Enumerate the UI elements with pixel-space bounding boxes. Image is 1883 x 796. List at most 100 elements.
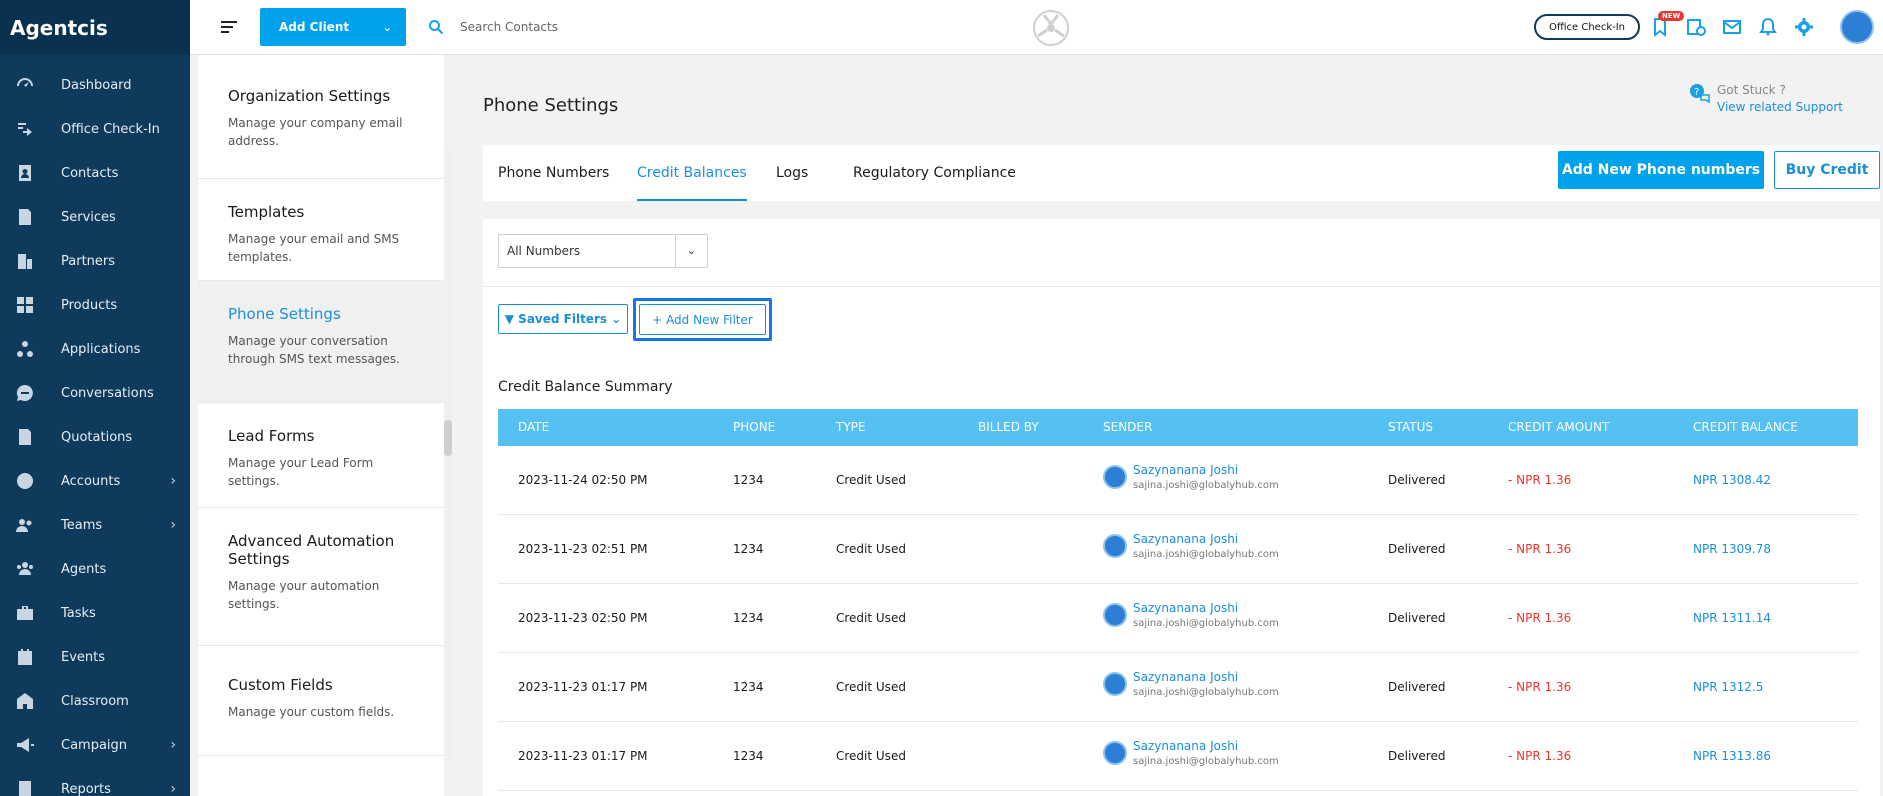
mail-icon[interactable]	[1722, 17, 1742, 37]
phone-cell: 1234	[733, 542, 764, 556]
avatar	[1103, 603, 1127, 627]
company-logo-icon[interactable]	[1032, 9, 1070, 47]
bell-icon[interactable]	[1758, 17, 1778, 37]
table-row: 2023-11-23 01:17 PM 1234 Credit Used Sazyna…	[498, 722, 1858, 791]
phone-cell: 1234	[733, 749, 764, 763]
sender-name-link[interactable]: Sazynanana Joshi	[1133, 670, 1238, 684]
settings-item-custom-fields[interactable]: Custom Fields Manage your custom fields.	[198, 646, 444, 756]
megaphone-icon	[14, 734, 36, 756]
numbers-select-value: All Numbers	[507, 244, 581, 258]
sidebar-item-label: Office Check-In	[61, 121, 160, 137]
sender-email: sajina.joshi@globalyhub.com	[1133, 618, 1279, 629]
sender-name-link[interactable]: Sazynanana Joshi	[1133, 532, 1238, 546]
sidebar-item-office-check-in[interactable]: Office Check-In	[0, 107, 190, 151]
help-chat-icon[interactable]: ?	[1689, 83, 1711, 105]
checklist-icon[interactable]	[1686, 17, 1706, 37]
products-icon	[14, 294, 36, 316]
add-phone-numbers-button[interactable]: Add New Phone numbers	[1558, 151, 1764, 189]
sidebar-item-contacts[interactable]: Contacts	[0, 151, 190, 195]
settings-item-title: Advanced Automation Settings	[228, 532, 395, 568]
tab-logs[interactable]: Logs	[776, 145, 808, 201]
sidebar-item-label: Applications	[61, 341, 141, 357]
saved-filters-button[interactable]: ▼ Saved Filters ⌄	[498, 304, 628, 334]
sidebar-item-applications[interactable]: Applications	[0, 327, 190, 371]
sidebar-item-accounts[interactable]: Accounts ›	[0, 459, 190, 503]
sender-name-link[interactable]: Sazynanana Joshi	[1133, 601, 1238, 615]
credit-amount-cell: - NPR 1.36	[1508, 680, 1572, 694]
sidebar-item-label: Teams	[61, 517, 103, 533]
agents-icon	[14, 558, 36, 580]
sidebar-item-classroom[interactable]: Classroom	[0, 679, 190, 723]
sidebar-item-quotations[interactable]: Quotations	[0, 415, 190, 459]
type-cell: Credit Used	[836, 473, 906, 487]
add-filter-label: Add New Filter	[666, 312, 753, 327]
tab-regulatory-compliance[interactable]: Regulatory Compliance	[853, 145, 1016, 201]
services-icon	[14, 206, 36, 228]
settings-item-lead-forms[interactable]: Lead Forms Manage your Lead Form settings…	[198, 403, 444, 508]
page-title: Phone Settings	[483, 95, 619, 116]
add-new-filter-button[interactable]: + Add New Filter	[639, 304, 766, 335]
settings-item-title: Templates	[228, 203, 305, 221]
credit-amount-cell: - NPR 1.36	[1508, 611, 1572, 625]
support-link[interactable]: View related Support	[1717, 100, 1843, 114]
avatar	[1103, 534, 1127, 558]
sidebar-item-dashboard[interactable]: Dashboard	[0, 63, 190, 107]
settings-item-title: Lead Forms	[228, 427, 315, 445]
table-header: DATE PHONE TYPE BILLED BY SENDER STATUS CREDIT…	[498, 409, 1858, 446]
sidebar-item-products[interactable]: Products	[0, 283, 190, 327]
main-content: Phone Settings ? Got Stuck ? View relate…	[460, 55, 1883, 796]
sidebar-item-label: Agents	[61, 561, 107, 577]
settings-item-desc: Manage your company email address.	[228, 116, 403, 148]
chevron-right-icon: ›	[170, 737, 176, 753]
sidebar-item-agents[interactable]: Agents	[0, 547, 190, 591]
search-icon	[429, 20, 444, 35]
column-header: CREDIT BALANCE	[1693, 420, 1798, 434]
search-input[interactable]	[460, 14, 720, 40]
type-cell: Credit Used	[836, 680, 906, 694]
sidebar-item-services[interactable]: Services	[0, 195, 190, 239]
sidebar: Agentcis Dashboard Office Check-In Contact…	[0, 0, 190, 796]
sidebar-item-label: Accounts	[61, 473, 121, 489]
tab-phone-numbers[interactable]: Phone Numbers	[498, 145, 609, 201]
sidebar-item-label: Dashboard	[61, 77, 132, 93]
user-avatar[interactable]	[1840, 10, 1874, 44]
type-cell: Credit Used	[836, 749, 906, 763]
gauge-icon	[14, 74, 36, 96]
settings-item-title: Phone Settings	[228, 305, 341, 323]
chevron-down-icon[interactable]: ⌄	[675, 235, 707, 267]
add-client-button[interactable]: Add Client ⌄	[260, 8, 406, 46]
menu-icon[interactable]	[220, 18, 238, 36]
credit-amount-cell: - NPR 1.36	[1508, 473, 1572, 487]
scrollbar-thumb[interactable]	[444, 420, 452, 456]
gear-icon[interactable]	[1794, 17, 1814, 37]
credit-amount-cell: - NPR 1.36	[1508, 749, 1572, 763]
sidebar-item-events[interactable]: Events	[0, 635, 190, 679]
contacts-icon	[14, 162, 36, 184]
buy-credit-button[interactable]: Buy Credit	[1774, 151, 1880, 189]
sender-email: sajina.joshi@globalyhub.com	[1133, 756, 1279, 767]
tab-credit-balances[interactable]: Credit Balances	[637, 145, 747, 201]
settings-item-templates[interactable]: Templates Manage your email and SMS templ…	[198, 179, 444, 281]
settings-item-advanced-automation-settings[interactable]: Advanced Automation Settings Manage your …	[198, 508, 444, 646]
chevron-down-icon[interactable]: ⌄	[383, 21, 392, 34]
settings-scrollbar[interactable]	[444, 150, 452, 760]
brand-logo[interactable]: Agentcis	[0, 0, 190, 55]
sender-name-link[interactable]: Sazynanana Joshi	[1133, 739, 1238, 753]
settings-item-desc: Manage your email and SMS templates.	[228, 232, 400, 264]
numbers-select[interactable]: All Numbers ⌄	[498, 234, 708, 268]
sidebar-item-partners[interactable]: Partners	[0, 239, 190, 283]
date-cell: 2023-11-24 02:50 PM	[518, 473, 648, 487]
sidebar-item-teams[interactable]: Teams ›	[0, 503, 190, 547]
credit-balance-cell: NPR 1313.86	[1693, 749, 1771, 763]
settings-item-organization-settings[interactable]: Organization Settings Manage your company…	[198, 55, 444, 179]
sidebar-item-label: Conversations	[61, 385, 154, 401]
credit-balance-cell: NPR 1312.5	[1693, 680, 1764, 694]
sidebar-item-reports[interactable]: Reports ›	[0, 767, 190, 796]
sidebar-item-campaign[interactable]: Campaign ›	[0, 723, 190, 767]
office-checkin-button[interactable]: Office Check-In	[1534, 14, 1640, 40]
sender-name-link[interactable]: Sazynanana Joshi	[1133, 463, 1238, 477]
sidebar-item-tasks[interactable]: Tasks	[0, 591, 190, 635]
calendar-icon	[14, 646, 36, 668]
settings-item-phone-settings[interactable]: Phone Settings Manage your conversation t…	[198, 281, 444, 403]
sidebar-item-conversations[interactable]: Conversations	[0, 371, 190, 415]
